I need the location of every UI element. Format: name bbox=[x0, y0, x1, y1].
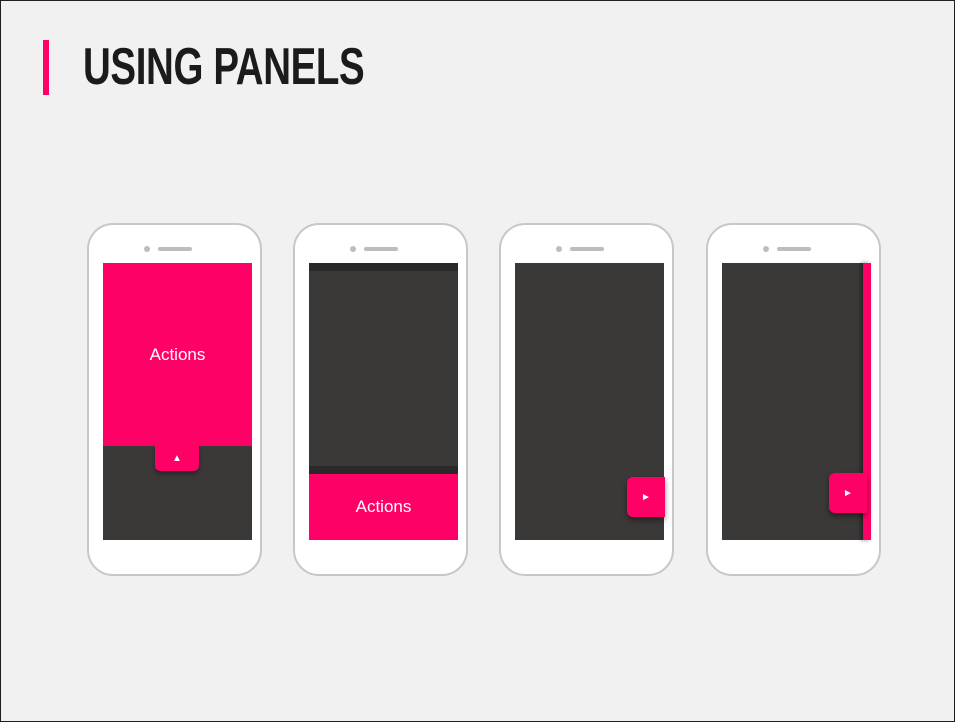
actions-panel[interactable]: Actions bbox=[103, 263, 252, 446]
actions-panel-label: Actions bbox=[355, 497, 412, 516]
slide-title: USING PANELS bbox=[83, 38, 365, 96]
phone-mockup-4: ► bbox=[706, 223, 881, 576]
triangle-right-icon: ► bbox=[843, 487, 853, 499]
camera-dot bbox=[350, 246, 356, 252]
status-strip bbox=[309, 263, 458, 271]
slide: USING PANELS Actions ▲ Actions ► ► bbox=[0, 0, 955, 722]
phone-screen: Actions bbox=[309, 263, 458, 540]
triangle-right-icon: ► bbox=[641, 491, 651, 503]
phone-mockup-2: Actions bbox=[293, 223, 468, 576]
camera-dot bbox=[144, 246, 150, 252]
open-panel-tab[interactable]: ► bbox=[829, 473, 867, 513]
title-accent-bar bbox=[43, 40, 49, 95]
open-panel-tab[interactable]: ► bbox=[627, 477, 665, 517]
camera-dot bbox=[763, 246, 769, 252]
phone-screen: Actions ▲ bbox=[103, 263, 252, 540]
speaker-slot bbox=[158, 247, 192, 251]
speaker-slot bbox=[364, 247, 398, 251]
speaker-slot bbox=[570, 247, 604, 251]
collapse-panel-tab[interactable]: ▲ bbox=[155, 446, 199, 471]
panel-shadow bbox=[309, 466, 458, 474]
camera-dot bbox=[556, 246, 562, 252]
phone-mockup-1: Actions ▲ bbox=[87, 223, 262, 576]
phone-mockup-3: ► bbox=[499, 223, 674, 576]
actions-panel[interactable]: Actions bbox=[309, 474, 458, 540]
speaker-slot bbox=[777, 247, 811, 251]
actions-panel-label: Actions bbox=[149, 344, 206, 364]
phone-screen: ► bbox=[515, 263, 665, 540]
triangle-up-icon: ▲ bbox=[172, 453, 182, 464]
phone-screen: ► bbox=[722, 263, 871, 540]
